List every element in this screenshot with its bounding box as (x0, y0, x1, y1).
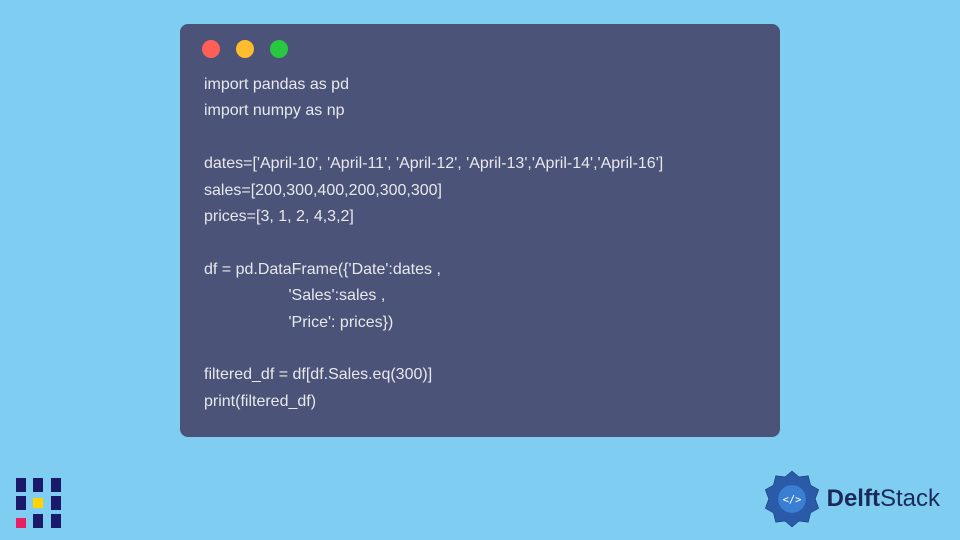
window-title-bar (180, 24, 780, 66)
window-minimize-icon (236, 40, 254, 58)
window-maximize-icon (270, 40, 288, 58)
brand-text-suffix: Stack (880, 485, 940, 512)
code-block: import pandas as pd import numpy as np d… (180, 66, 780, 415)
code-snippet-window: import pandas as pd import numpy as np d… (180, 24, 780, 437)
svg-text:</>: </> (782, 494, 801, 506)
watermark-icon (10, 472, 70, 532)
brand-seal-icon: </> (763, 470, 821, 528)
brand-text: DelftStack (827, 485, 940, 513)
window-close-icon (202, 40, 220, 58)
brand-logo: </> DelftStack (763, 470, 940, 528)
brand-text-prefix: Delft (827, 485, 880, 512)
